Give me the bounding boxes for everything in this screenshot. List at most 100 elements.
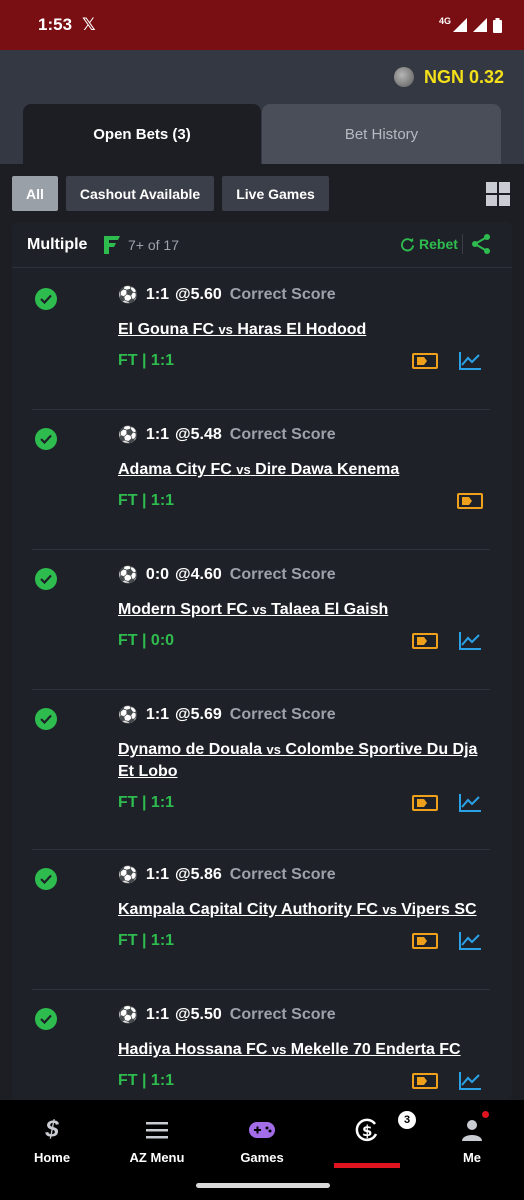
sporty-logo-icon: $ [45, 1116, 59, 1143]
rebet-button[interactable]: Rebet [400, 236, 458, 252]
tab-bet-history[interactable]: Bet History [262, 104, 501, 164]
won-check-icon [35, 868, 57, 890]
status-icons: 4G [439, 16, 502, 33]
bet-card: Multiple 7+ of 17 Rebet ⚽ 1:1 @5.60 Correct… [12, 222, 512, 1100]
tab-open-bets[interactable]: Open Bets (3) [23, 104, 261, 164]
stats-chart-icon[interactable] [458, 931, 482, 951]
pick-score: 1:1 [145, 1006, 170, 1023]
selection-line: ⚽ 0:0 @4.60 Correct Score [118, 565, 336, 585]
bet-type: Multiple [27, 236, 88, 253]
match-tracker-icon[interactable] [412, 1073, 438, 1089]
nav-games-label: Games [240, 1150, 284, 1165]
filter-cashout-available[interactable]: Cashout Available [65, 176, 215, 211]
selection-row[interactable]: ⚽ 1:1 @5.48 Correct Score Adama City FC vs D… [32, 410, 490, 550]
selection-row[interactable]: ⚽ 1:1 @5.69 Correct Score Dynamo de Douala v… [32, 690, 490, 850]
soccer-ball-icon: ⚽ [118, 427, 138, 444]
match-tracker-icon[interactable] [457, 493, 483, 509]
pick-odds: @5.48 [175, 426, 222, 443]
match-tracker-icon[interactable] [412, 933, 438, 949]
pick-odds: @5.69 [175, 706, 222, 723]
open-bets-icon: $ 3 [354, 1111, 416, 1142]
filter-chips: All Cashout Available Live Games [12, 176, 329, 211]
home-team: Modern Sport FC [118, 601, 248, 618]
match-result: FT | 0:0 [118, 632, 175, 649]
bet-count: 7+ of 17 [128, 237, 179, 253]
refresh-icon [401, 237, 415, 251]
selection-line: ⚽ 1:1 @5.60 Correct Score [118, 285, 336, 305]
hamburger-icon [146, 1118, 168, 1142]
match-link[interactable]: Modern Sport FC vs Talaea El Gaish [118, 599, 490, 621]
open-bets-badge: 3 [398, 1111, 416, 1129]
status-bar: 1:53 𝕏 4G [0, 0, 524, 50]
won-check-icon [35, 708, 57, 730]
home-team: Kampala Capital City Authority FC [118, 901, 378, 918]
nav-home[interactable]: $ Home [12, 1116, 92, 1165]
soccer-ball-icon: ⚽ [118, 1007, 138, 1024]
nav-games[interactable]: Games [222, 1118, 302, 1165]
match-tracker-icon[interactable] [412, 353, 438, 369]
nav-open-bets[interactable]: $ 3 [327, 1111, 416, 1142]
match-link[interactable]: Hadiya Hossana FC vs Mekelle 70 Enderta … [118, 1039, 490, 1061]
stats-chart-icon[interactable] [458, 793, 482, 813]
battery-icon [493, 17, 502, 33]
away-team: Vipers SC [401, 901, 477, 918]
home-indicator[interactable] [196, 1183, 330, 1188]
selection-row[interactable]: ⚽ 1:1 @5.60 Correct Score El Gouna FC vs Har… [32, 270, 490, 410]
match-link[interactable]: Kampala Capital City Authority FC vs Vip… [118, 899, 490, 921]
nav-me-label: Me [462, 1150, 482, 1165]
match-tracker-icon[interactable] [412, 633, 438, 649]
stats-chart-icon[interactable] [458, 1071, 482, 1091]
soccer-ball-icon: ⚽ [118, 287, 138, 304]
nav-me[interactable]: Me [432, 1118, 512, 1165]
stats-chart-icon[interactable] [458, 351, 482, 371]
stats-chart-icon[interactable] [458, 631, 482, 651]
selection-line: ⚽ 1:1 @5.69 Correct Score [118, 705, 336, 725]
pick-score: 1:1 [145, 866, 170, 883]
account-balance[interactable]: NGN 0.32 [424, 67, 504, 88]
won-check-icon [35, 1008, 57, 1030]
nav-az-menu[interactable]: AZ Menu [117, 1118, 197, 1165]
bet-tabs: Open Bets (3) Bet History [0, 104, 524, 164]
market-name: Correct Score [229, 566, 336, 583]
share-icon[interactable] [470, 233, 492, 255]
market-name: Correct Score [229, 426, 336, 443]
vs-label: vs [236, 462, 251, 477]
pick-odds: @5.50 [175, 1006, 222, 1023]
market-name: Correct Score [229, 286, 336, 303]
pick-odds: @5.60 [175, 286, 222, 303]
nav-az-menu-label: AZ Menu [129, 1150, 185, 1165]
home-team: Hadiya Hossana FC [118, 1041, 268, 1058]
selection-row[interactable]: ⚽ 0:0 @4.60 Correct Score Modern Sport FC vs… [32, 550, 490, 690]
away-team: Dire Dawa Kenema [255, 461, 400, 478]
filter-all[interactable]: All [12, 176, 58, 211]
pick-score: 1:1 [145, 706, 170, 723]
won-check-icon [35, 288, 57, 310]
match-tracker-icon[interactable] [412, 795, 438, 811]
match-result: FT | 1:1 [118, 794, 175, 811]
vs-label: vs [252, 602, 267, 617]
market-name: Correct Score [229, 706, 336, 723]
match-link[interactable]: El Gouna FC vs Haras El Hodood [118, 319, 490, 341]
match-link[interactable]: Dynamo de Douala vs Colombe Sportive Du … [118, 739, 490, 783]
gamepad-icon [248, 1118, 276, 1142]
balance-bar: NGN 0.32 [0, 50, 524, 104]
selection-row[interactable]: ⚽ 1:1 @5.86 Correct Score Kampala Capital Ci… [32, 850, 490, 990]
market-name: Correct Score [229, 1006, 336, 1023]
nav-home-label: Home [33, 1150, 71, 1165]
soccer-ball-icon: ⚽ [118, 707, 138, 724]
signal-icon [453, 18, 467, 32]
away-team: Haras El Hodood [237, 321, 367, 338]
filter-live-games[interactable]: Live Games [222, 176, 329, 211]
vs-label: vs [218, 322, 233, 337]
signal-icon-2 [473, 18, 487, 32]
home-team: Dynamo de Douala [118, 741, 263, 758]
match-result: FT | 1:1 [118, 932, 175, 949]
away-team: Talaea El Gaish [271, 601, 389, 618]
grid-view-icon[interactable] [486, 182, 510, 206]
selection-row[interactable]: ⚽ 1:1 @5.50 Correct Score Hadiya Hossana FC … [32, 990, 490, 1100]
avatar[interactable] [393, 67, 414, 87]
match-link[interactable]: Adama City FC vs Dire Dawa Kenema [118, 459, 490, 481]
selection-line: ⚽ 1:1 @5.86 Correct Score [118, 865, 336, 885]
match-result: FT | 1:1 [118, 492, 175, 509]
soccer-ball-icon: ⚽ [118, 867, 138, 884]
